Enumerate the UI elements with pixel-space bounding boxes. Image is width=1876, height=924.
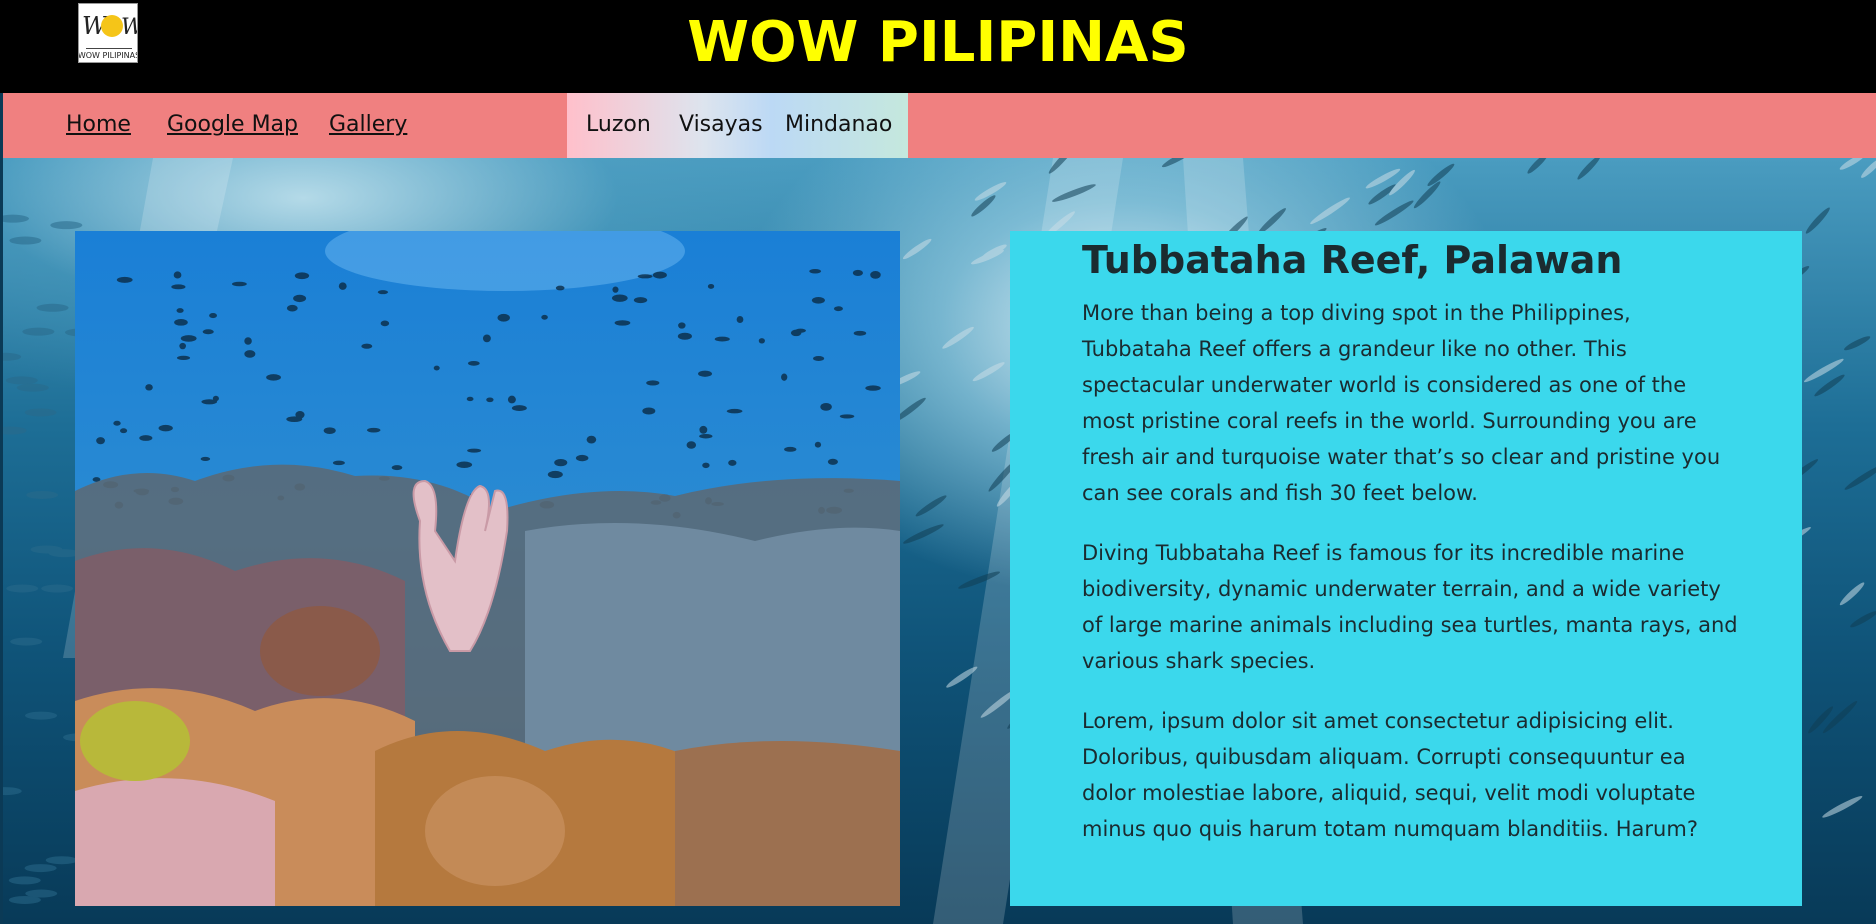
nav-bar: Home Google Map Gallery Luzon Visayas Mi… <box>3 93 1876 158</box>
region-visayas[interactable]: Visayas <box>679 112 763 138</box>
article-paragraph-2: Diving Tubbataha Reef is famous for its … <box>1082 541 1738 673</box>
reef-info-card: Tubbataha Reef, Palawan More than being … <box>1010 231 1802 906</box>
site-title: WOW PILIPINAS <box>687 10 1189 75</box>
region-mindanao[interactable]: Mindanao <box>785 112 892 138</box>
nav-link-home[interactable]: Home <box>66 112 131 138</box>
article-paragraph-1: More than being a top diving spot in the… <box>1082 301 1721 505</box>
nav-link-gallery[interactable]: Gallery <box>329 112 407 138</box>
nav-link-google-map[interactable]: Google Map <box>167 112 298 138</box>
region-menu: Luzon Visayas Mindanao <box>567 93 908 158</box>
site-header: W W WOW PILIPINAS WOW PILIPINAS <box>0 0 1876 93</box>
article-title: Tubbataha Reef, Palawan <box>1082 238 1623 282</box>
article-paragraph-3: Lorem, ipsum dolor sit amet consectetur … <box>1082 709 1698 841</box>
region-luzon[interactable]: Luzon <box>586 112 651 138</box>
tubbataha-reef-photo <box>75 231 900 906</box>
